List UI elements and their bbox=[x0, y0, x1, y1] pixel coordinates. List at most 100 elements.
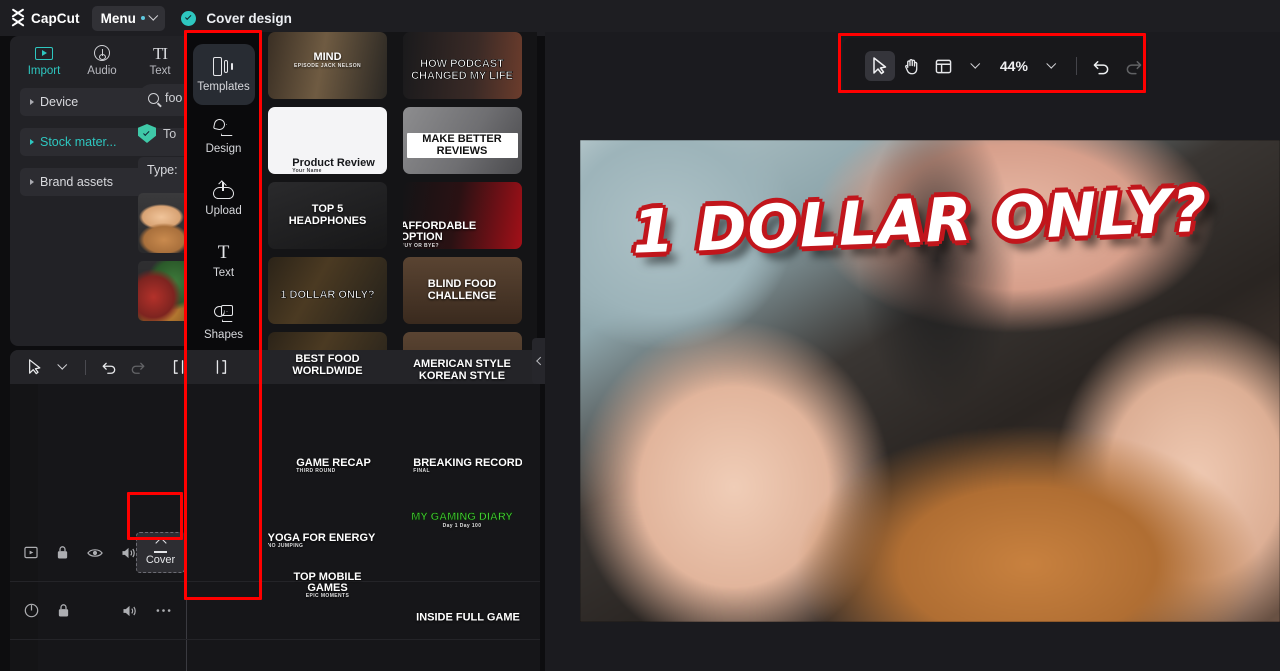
rail-label-templates: Templates bbox=[197, 81, 250, 93]
template-card-caption: TOP 5 HEADPHONES bbox=[268, 204, 387, 227]
import-icon bbox=[35, 44, 53, 63]
template-card[interactable]: 1 DOLLAR ONLY? bbox=[268, 257, 387, 324]
search-value: foo bbox=[165, 91, 183, 105]
design-icon bbox=[212, 117, 234, 139]
layout-tool-button[interactable] bbox=[928, 51, 958, 81]
source-device-label: Device bbox=[40, 95, 79, 109]
template-card[interactable]: HOW PODCAST CHANGED MY LIFE bbox=[402, 32, 522, 99]
template-card-caption: GAME RECAP THIRD ROUND bbox=[292, 457, 375, 474]
tab-text[interactable]: TI Text bbox=[132, 44, 188, 77]
rail-label-shapes: Shapes bbox=[203, 329, 243, 341]
template-card-subtitle: Your Name bbox=[292, 167, 322, 174]
tab-audio[interactable]: Audio bbox=[74, 44, 130, 77]
select-tool-button[interactable] bbox=[865, 51, 895, 81]
cursor-arrow-icon bbox=[28, 359, 40, 375]
capcut-logo-icon bbox=[10, 8, 26, 28]
canvas-toolbar: 44% bbox=[843, 38, 1148, 94]
template-card-title: 1 DOLLAR ONLY? bbox=[280, 288, 375, 301]
more-icon[interactable] bbox=[156, 608, 171, 613]
template-card[interactable]: TOP 5 HEADPHONES bbox=[268, 182, 387, 249]
chevron-down-icon bbox=[970, 58, 980, 68]
rail-label-upload: Upload bbox=[205, 205, 242, 217]
split-right-icon bbox=[216, 360, 227, 374]
rail-item-text[interactable]: T Text bbox=[193, 230, 255, 291]
template-card-title: MIND bbox=[313, 51, 342, 64]
chevron-down-icon bbox=[1046, 58, 1056, 68]
rail-item-upload[interactable]: Upload bbox=[193, 168, 255, 229]
page-title: Cover design bbox=[206, 10, 292, 26]
timeline-select-tool[interactable] bbox=[22, 355, 46, 379]
templates-icon bbox=[213, 55, 234, 77]
split-left-button[interactable] bbox=[167, 355, 191, 379]
timeline-select-dropdown[interactable] bbox=[50, 355, 74, 379]
chevron-right-icon bbox=[30, 179, 34, 185]
brand-logo: CapCut bbox=[0, 8, 80, 28]
template-card-subtitle: BUY OR BYE? bbox=[402, 242, 439, 249]
template-card[interactable]: AFFORDABLE OPTION BUY OR BYE? bbox=[402, 182, 522, 249]
template-card-title: AFFORDABLE OPTION bbox=[402, 220, 477, 244]
template-card-title: MY GAMING DIARY bbox=[411, 511, 513, 524]
template-card-subtitle: EPISODE JACK NELSON bbox=[293, 62, 362, 69]
zoom-dropdown-button[interactable] bbox=[1036, 51, 1066, 81]
source-stock-label: Stock mater... bbox=[40, 135, 117, 149]
volume-icon[interactable] bbox=[122, 604, 138, 618]
split-right-button[interactable] bbox=[209, 355, 233, 379]
type-filter-label: Type: bbox=[147, 163, 178, 177]
redo-arrow-icon bbox=[1126, 60, 1142, 74]
template-card[interactable]: MIND EPISODE JACK NELSON bbox=[268, 32, 387, 99]
timeline-toolbar-divider bbox=[85, 359, 86, 375]
timeline-undo-button[interactable] bbox=[97, 355, 121, 379]
app-header: CapCut Menu Cover design bbox=[0, 0, 1280, 36]
template-card[interactable]: BLIND FOOD CHALLENGE bbox=[402, 257, 522, 324]
undo-button[interactable] bbox=[1087, 51, 1117, 81]
tab-import[interactable]: Import bbox=[16, 44, 72, 77]
food-platter-thumbnail[interactable] bbox=[138, 261, 190, 321]
layout-grid-icon bbox=[935, 59, 952, 73]
check-circle-icon bbox=[181, 10, 197, 26]
canvas-area: 44% 1 DOLLAR ONLY? bbox=[545, 32, 1280, 671]
burger-hand-thumbnail[interactable] bbox=[138, 193, 190, 253]
menu-button[interactable]: Menu bbox=[91, 5, 166, 31]
timeline-redo-button[interactable] bbox=[125, 355, 149, 379]
text-ti-icon: TI bbox=[152, 43, 168, 63]
tab-audio-label: Audio bbox=[87, 64, 117, 77]
template-card-caption: TOP MOBILE GAMES EPIC MOMENTS bbox=[268, 571, 387, 600]
template-card-caption: HOW PODCAST CHANGED MY LIFE bbox=[403, 58, 522, 82]
video-clip-icon[interactable] bbox=[24, 546, 38, 559]
rail-item-templates[interactable]: Templates bbox=[192, 44, 255, 105]
template-card-title: INSIDE FULL GAME bbox=[416, 611, 520, 624]
zoom-level-value[interactable]: 44% bbox=[1000, 58, 1028, 74]
lock-icon[interactable] bbox=[56, 545, 69, 560]
template-card-subtitle: Day 1 Day 100 bbox=[442, 522, 482, 529]
panel-collapse-handle[interactable] bbox=[532, 338, 545, 384]
lock-icon[interactable] bbox=[57, 603, 70, 618]
layout-dropdown-button[interactable] bbox=[960, 51, 990, 81]
template-card-caption: BLIND FOOD CHALLENGE bbox=[403, 279, 522, 302]
cover-button[interactable]: Cover bbox=[136, 532, 185, 573]
redo-arrow-icon bbox=[131, 362, 144, 374]
chevron-down-icon bbox=[148, 10, 158, 20]
redo-button[interactable] bbox=[1118, 51, 1148, 81]
template-card[interactable]: MAKE BETTER REVIEWS bbox=[402, 107, 522, 174]
rail-item-shapes[interactable]: Shapes bbox=[193, 292, 255, 353]
audio-disc-icon[interactable] bbox=[24, 603, 39, 618]
template-card-caption: Product Review Your Name bbox=[288, 157, 379, 174]
preview-stage[interactable]: 1 DOLLAR ONLY? bbox=[580, 140, 1280, 622]
pencil-edit-icon bbox=[153, 537, 168, 553]
template-card[interactable]: Product Review Your Name bbox=[268, 107, 387, 174]
hand-tool-button[interactable] bbox=[897, 51, 927, 81]
template-card-caption: BREAKING RECORD FINAL bbox=[409, 457, 521, 474]
chevron-left-icon bbox=[535, 356, 545, 366]
chevron-right-icon bbox=[30, 139, 34, 145]
template-card-subtitle: THIRD ROUND bbox=[296, 467, 336, 474]
chevron-right-icon bbox=[30, 99, 34, 105]
shapes-icon bbox=[213, 303, 234, 325]
volume-icon[interactable] bbox=[121, 546, 137, 560]
search-icon bbox=[148, 92, 159, 104]
eye-icon[interactable] bbox=[87, 547, 103, 559]
template-card-caption: YOGA FOR ENERGY NO JUMPING bbox=[268, 532, 379, 549]
template-card-caption: 1 DOLLAR ONLY? bbox=[276, 288, 378, 301]
rail-item-design[interactable]: Design bbox=[193, 106, 255, 167]
toolbar-divider bbox=[1075, 57, 1077, 75]
cursor-arrow-icon bbox=[873, 57, 887, 75]
